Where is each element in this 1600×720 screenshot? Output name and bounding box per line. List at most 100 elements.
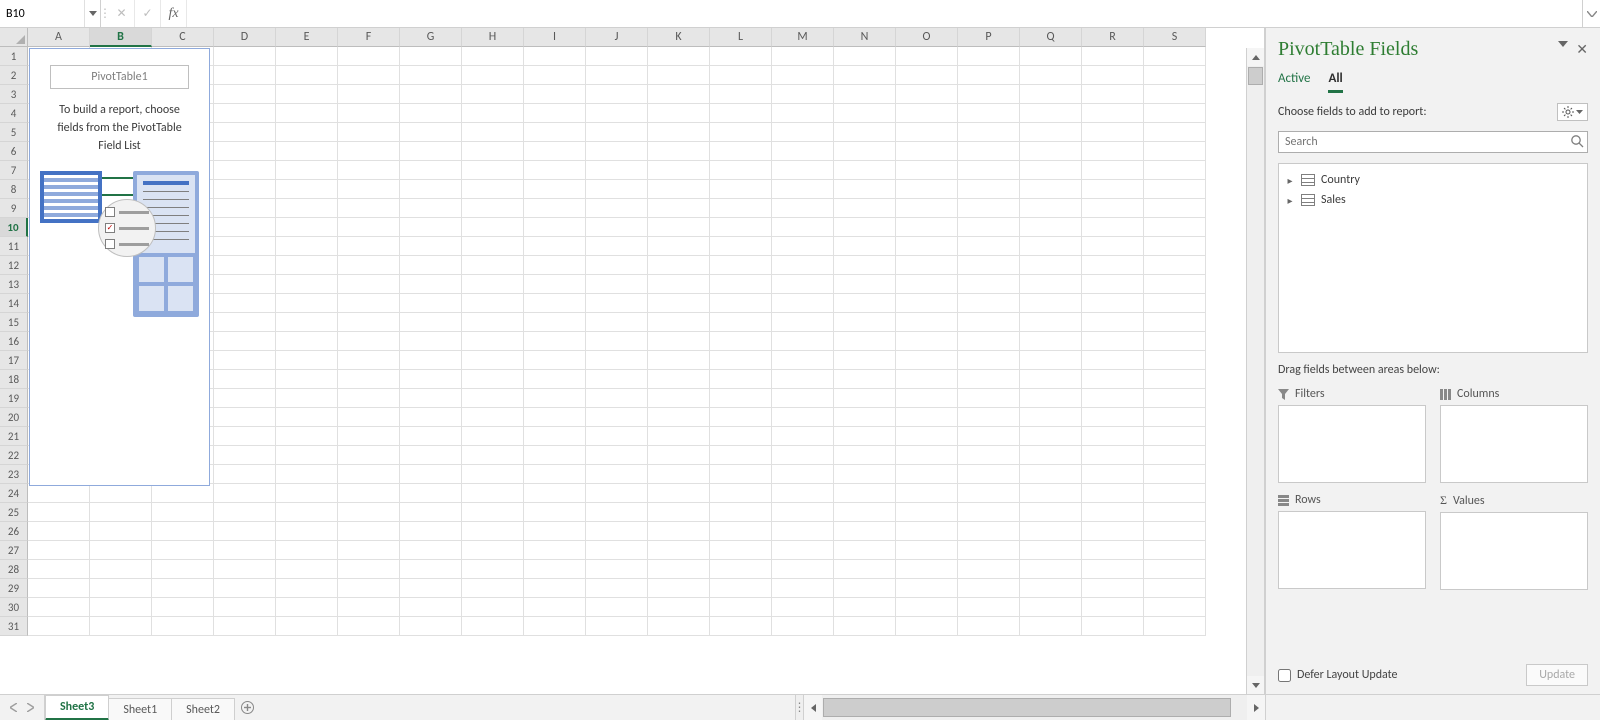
cell[interactable] <box>648 617 710 636</box>
cell[interactable] <box>958 427 1020 446</box>
cell[interactable] <box>1144 237 1206 256</box>
row-header[interactable]: 11 <box>0 237 28 256</box>
cell[interactable] <box>896 161 958 180</box>
column-header[interactable]: B <box>90 28 152 47</box>
row-header[interactable]: 21 <box>0 427 28 446</box>
cell[interactable] <box>276 579 338 598</box>
cell[interactable] <box>338 256 400 275</box>
insert-function-button[interactable]: fx <box>161 0 187 27</box>
cell[interactable] <box>276 161 338 180</box>
cell[interactable] <box>524 617 586 636</box>
values-area[interactable]: ΣValues <box>1440 493 1588 590</box>
cell[interactable] <box>648 256 710 275</box>
field-search-input[interactable] <box>1278 131 1588 153</box>
cell[interactable] <box>524 579 586 598</box>
cell[interactable] <box>834 199 896 218</box>
cell[interactable] <box>648 484 710 503</box>
cell[interactable] <box>1144 142 1206 161</box>
cell[interactable] <box>772 522 834 541</box>
cell[interactable] <box>524 465 586 484</box>
cell[interactable] <box>338 465 400 484</box>
cell[interactable] <box>710 560 772 579</box>
cell[interactable] <box>276 560 338 579</box>
cell[interactable] <box>710 294 772 313</box>
cell[interactable] <box>648 408 710 427</box>
cell[interactable] <box>276 332 338 351</box>
cell[interactable] <box>834 370 896 389</box>
cell[interactable] <box>338 47 400 66</box>
cell[interactable] <box>1020 579 1082 598</box>
vertical-scrollbar[interactable] <box>1246 48 1264 694</box>
cell[interactable] <box>338 484 400 503</box>
cell[interactable] <box>462 104 524 123</box>
cell[interactable] <box>28 579 90 598</box>
cell[interactable] <box>1082 408 1144 427</box>
cell[interactable] <box>958 161 1020 180</box>
expand-icon[interactable]: ▸ <box>1285 194 1295 207</box>
cell[interactable] <box>958 332 1020 351</box>
cell[interactable] <box>152 579 214 598</box>
cell[interactable] <box>586 579 648 598</box>
cell[interactable] <box>276 66 338 85</box>
cell[interactable] <box>276 294 338 313</box>
cell[interactable] <box>586 351 648 370</box>
cell[interactable] <box>152 598 214 617</box>
cell[interactable] <box>710 47 772 66</box>
cell[interactable] <box>400 332 462 351</box>
cell[interactable] <box>710 142 772 161</box>
cell[interactable] <box>772 256 834 275</box>
cell[interactable] <box>1082 427 1144 446</box>
cell[interactable] <box>834 123 896 142</box>
cell[interactable] <box>462 408 524 427</box>
cell[interactable] <box>834 275 896 294</box>
cell[interactable] <box>648 275 710 294</box>
cell[interactable] <box>90 617 152 636</box>
cell[interactable] <box>338 579 400 598</box>
cell[interactable] <box>896 617 958 636</box>
row-header[interactable]: 1 <box>0 47 28 66</box>
cell[interactable] <box>1082 142 1144 161</box>
defer-layout-checkbox[interactable] <box>1278 669 1291 682</box>
h-scroll-thumb[interactable] <box>823 698 1231 717</box>
filters-area[interactable]: Filters <box>1278 387 1426 483</box>
cell[interactable] <box>524 256 586 275</box>
cell[interactable] <box>648 332 710 351</box>
cell[interactable] <box>586 123 648 142</box>
cell[interactable] <box>1144 617 1206 636</box>
cell[interactable] <box>214 47 276 66</box>
cell[interactable] <box>338 370 400 389</box>
cell[interactable] <box>1144 389 1206 408</box>
cell[interactable] <box>524 351 586 370</box>
cell[interactable] <box>338 541 400 560</box>
cell[interactable] <box>462 541 524 560</box>
cell[interactable] <box>1144 256 1206 275</box>
cell[interactable] <box>1082 199 1144 218</box>
cell[interactable] <box>958 85 1020 104</box>
cell[interactable] <box>462 522 524 541</box>
cell[interactable] <box>896 104 958 123</box>
cell[interactable] <box>772 484 834 503</box>
row-header[interactable]: 7 <box>0 161 28 180</box>
cell[interactable] <box>1144 180 1206 199</box>
scroll-up-button[interactable] <box>1247 48 1264 66</box>
cell[interactable] <box>896 332 958 351</box>
cell[interactable] <box>462 389 524 408</box>
cell[interactable] <box>772 370 834 389</box>
cell[interactable] <box>214 408 276 427</box>
rows-area[interactable]: Rows <box>1278 493 1426 590</box>
cell[interactable] <box>214 465 276 484</box>
cell[interactable] <box>152 617 214 636</box>
cell[interactable] <box>710 313 772 332</box>
cell[interactable] <box>586 370 648 389</box>
cell[interactable] <box>586 85 648 104</box>
cell[interactable] <box>276 142 338 161</box>
cell[interactable] <box>338 427 400 446</box>
cell[interactable] <box>152 522 214 541</box>
cell[interactable] <box>586 484 648 503</box>
cell[interactable] <box>400 85 462 104</box>
cell[interactable] <box>772 389 834 408</box>
cell[interactable] <box>1020 484 1082 503</box>
cell[interactable] <box>276 218 338 237</box>
cell[interactable] <box>276 47 338 66</box>
cell[interactable] <box>772 465 834 484</box>
